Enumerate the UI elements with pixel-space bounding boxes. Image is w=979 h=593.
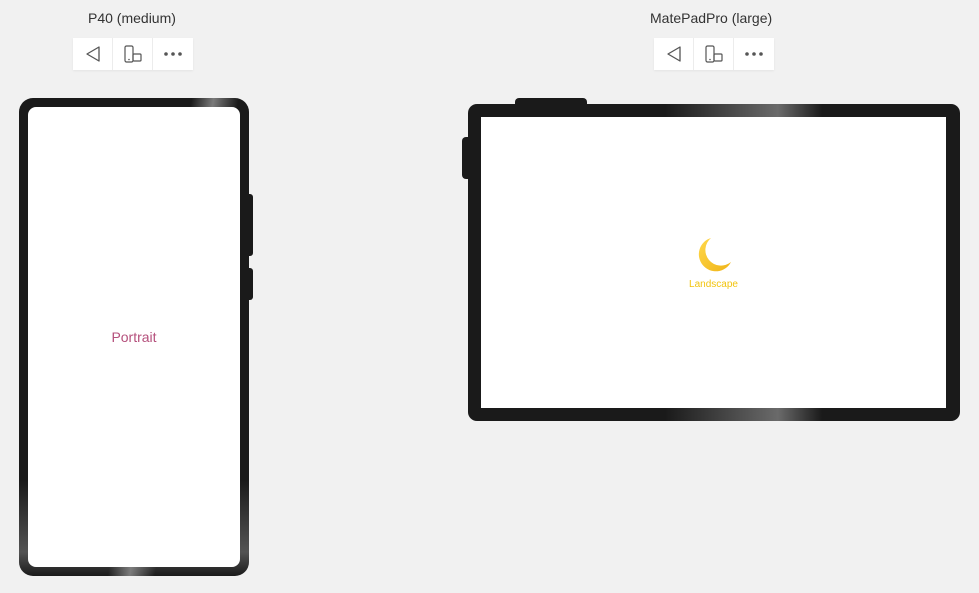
rotate-device-icon (123, 45, 142, 63)
phone-rotate-button[interactable] (113, 38, 153, 70)
phone-more-button[interactable] (153, 38, 193, 70)
rotate-device-icon (704, 45, 723, 63)
tablet-device-title: MatePadPro (large) (650, 10, 773, 26)
back-triangle-icon (666, 46, 681, 62)
tablet-more-button[interactable] (734, 38, 774, 70)
phone-frame: Portrait (19, 98, 249, 576)
tablet-rotate-button[interactable] (694, 38, 734, 70)
phone-back-button[interactable] (73, 38, 113, 70)
tablet-screen[interactable]: Landscape (481, 117, 946, 408)
phone-screen[interactable]: Portrait (28, 107, 240, 567)
landscape-label: Landscape (689, 279, 738, 290)
phone-toolbar (73, 38, 193, 70)
moon-icon (698, 238, 731, 272)
tablet-toolbar (654, 38, 774, 70)
more-dots-icon (745, 52, 763, 56)
phone-device-title: P40 (medium) (88, 10, 176, 26)
tablet-frame: Landscape (468, 104, 960, 421)
portrait-label: Portrait (111, 329, 157, 345)
back-triangle-icon (85, 46, 100, 62)
tablet-back-button[interactable] (654, 38, 694, 70)
more-dots-icon (164, 52, 182, 56)
